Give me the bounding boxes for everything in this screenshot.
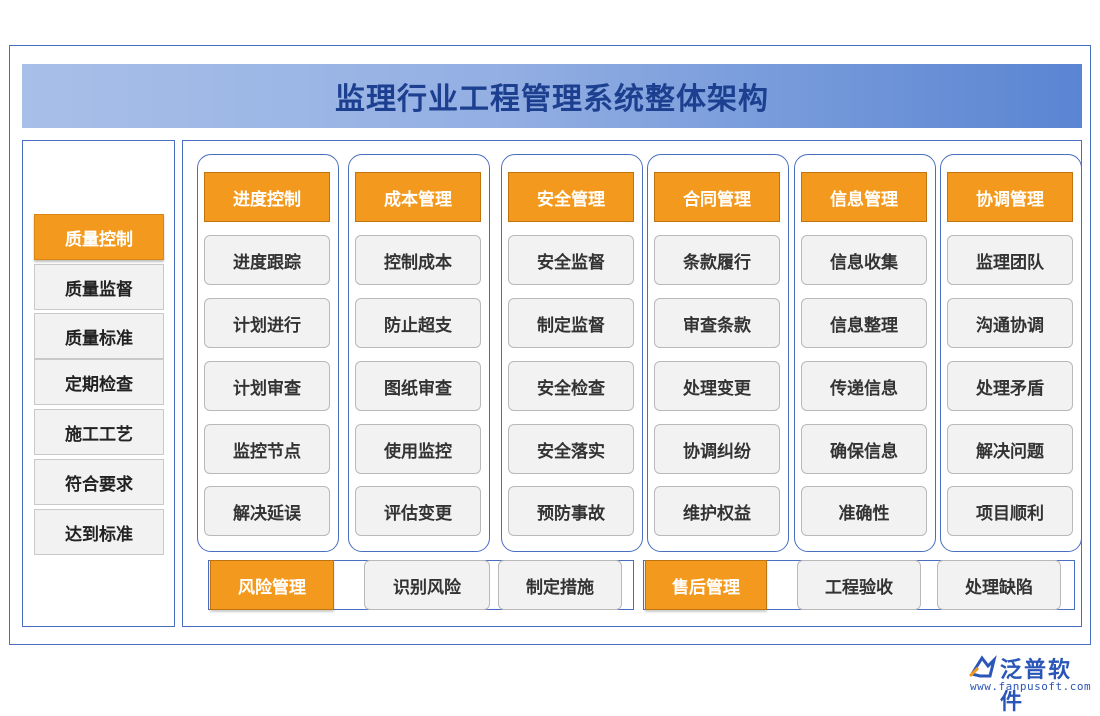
module-item[interactable]: 计划审查 — [204, 361, 330, 411]
bottom-item[interactable]: 工程验收 — [797, 560, 921, 610]
bottom-group-title[interactable]: 售后管理 — [645, 560, 767, 610]
module-column-contract: 合同管理 条款履行 审查条款 处理变更 协调纠纷 维护权益 — [647, 154, 789, 552]
module-title[interactable]: 合同管理 — [654, 172, 780, 222]
module-item[interactable]: 安全落实 — [508, 424, 634, 474]
module-item[interactable]: 条款履行 — [654, 235, 780, 285]
logo-url: www.fanpusoft.com — [970, 680, 1092, 693]
module-item[interactable]: 协调纠纷 — [654, 424, 780, 474]
module-item[interactable]: 沟通协调 — [947, 298, 1073, 348]
diagram-title: 监理行业工程管理系统整体架构 — [335, 82, 769, 117]
module-item[interactable]: 预防事故 — [508, 486, 634, 536]
side-item-construction-process[interactable]: 施工工艺 — [34, 409, 164, 455]
module-item[interactable]: 评估变更 — [355, 486, 481, 536]
side-item-meet-requirements[interactable]: 符合要求 — [34, 459, 164, 505]
module-title[interactable]: 成本管理 — [355, 172, 481, 222]
module-item[interactable]: 制定监督 — [508, 298, 634, 348]
module-item[interactable]: 信息整理 — [801, 298, 927, 348]
module-item[interactable]: 处理变更 — [654, 361, 780, 411]
module-column-coordination: 协调管理 监理团队 沟通协调 处理矛盾 解决问题 项目顺利 — [940, 154, 1082, 552]
side-item-quality-supervision[interactable]: 质量监督 — [34, 264, 164, 310]
module-title[interactable]: 信息管理 — [801, 172, 927, 222]
module-item[interactable]: 监控节点 — [204, 424, 330, 474]
side-item-quality-standard[interactable]: 质量标准 — [34, 313, 164, 359]
bottom-item[interactable]: 处理缺陷 — [937, 560, 1061, 610]
module-column-safety: 安全管理 安全监督 制定监督 安全检查 安全落实 预防事故 — [501, 154, 643, 552]
module-title[interactable]: 进度控制 — [204, 172, 330, 222]
module-item[interactable]: 图纸审查 — [355, 361, 481, 411]
title-banner: 监理行业工程管理系统整体架构 — [22, 64, 1082, 128]
bottom-item[interactable]: 制定措施 — [498, 560, 622, 610]
module-item[interactable]: 计划进行 — [204, 298, 330, 348]
bottom-group-title[interactable]: 风险管理 — [210, 560, 334, 610]
module-item[interactable]: 使用监控 — [355, 424, 481, 474]
module-item[interactable]: 解决延误 — [204, 486, 330, 536]
logo-icon — [968, 655, 997, 678]
module-column-information: 信息管理 信息收集 信息整理 传递信息 确保信息 准确性 — [794, 154, 936, 552]
module-item[interactable]: 准确性 — [801, 486, 927, 536]
side-item-quality-control[interactable]: 质量控制 — [34, 214, 164, 260]
module-column-progress: 进度控制 进度跟踪 计划进行 计划审查 监控节点 解决延误 — [197, 154, 339, 552]
module-item[interactable]: 处理矛盾 — [947, 361, 1073, 411]
module-item[interactable]: 安全监督 — [508, 235, 634, 285]
module-item[interactable]: 项目顺利 — [947, 486, 1073, 536]
module-title[interactable]: 安全管理 — [508, 172, 634, 222]
module-item[interactable]: 审查条款 — [654, 298, 780, 348]
module-item[interactable]: 解决问题 — [947, 424, 1073, 474]
module-item[interactable]: 确保信息 — [801, 424, 927, 474]
brand-logo: 泛普软件 www.fanpusoft.com — [968, 652, 1094, 715]
module-column-cost: 成本管理 控制成本 防止超支 图纸审查 使用监控 评估变更 — [348, 154, 490, 552]
module-item[interactable]: 监理团队 — [947, 235, 1073, 285]
module-item[interactable]: 维护权益 — [654, 486, 780, 536]
module-item[interactable]: 安全检查 — [508, 361, 634, 411]
module-item[interactable]: 防止超支 — [355, 298, 481, 348]
module-item[interactable]: 信息收集 — [801, 235, 927, 285]
module-item[interactable]: 传递信息 — [801, 361, 927, 411]
module-item[interactable]: 控制成本 — [355, 235, 481, 285]
bottom-item[interactable]: 识别风险 — [364, 560, 490, 610]
module-title[interactable]: 协调管理 — [947, 172, 1073, 222]
side-item-regular-inspection[interactable]: 定期检查 — [34, 359, 164, 405]
module-item[interactable]: 进度跟踪 — [204, 235, 330, 285]
side-item-reach-standard[interactable]: 达到标准 — [34, 509, 164, 555]
